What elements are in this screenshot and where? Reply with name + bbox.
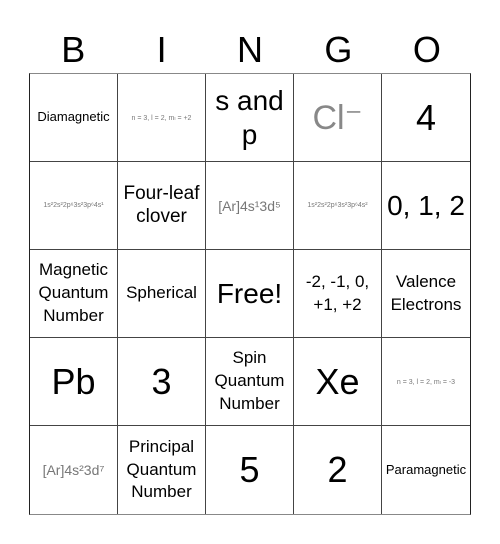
bingo-cell-text: n = 3, l = 2, mₗ = -3 (396, 378, 456, 386)
bingo-cell[interactable]: 0, 1, 2 (382, 162, 470, 250)
bingo-cell-text: Magnetic Quantum Number (38, 260, 109, 325)
bingo-cell[interactable]: Xe (294, 338, 382, 426)
header-letter-g: G (324, 29, 353, 70)
bingo-card-grid: Diamagnetic n = 3, l = 2, mₗ = +2 s and p C… (29, 73, 471, 515)
bingo-cell-text: 5 (239, 449, 260, 491)
bingo-cell[interactable]: s and p (206, 74, 294, 162)
bingo-cell[interactable]: Magnetic Quantum Number (30, 250, 118, 338)
bingo-cell-text: Principal Quantum Number (126, 436, 197, 502)
bingo-cell[interactable]: n = 3, l = 2, mₗ = +2 (118, 74, 206, 162)
bingo-cell-text: Xe (315, 360, 360, 402)
bingo-cell[interactable]: Pb (30, 338, 118, 426)
bingo-cell[interactable]: 1s²2s²2p⁶3s²3p⁶4s² (294, 162, 382, 250)
bingo-cell-text: [Ar]4s¹3d⁵ (218, 197, 281, 214)
bingo-cell-text: Diamagnetic (37, 109, 110, 125)
bingo-cell-text: Cl⁻ (312, 98, 363, 137)
bingo-cell-text: s and p (215, 84, 284, 150)
bingo-cell-text: Free! (216, 277, 283, 309)
bingo-cell[interactable]: Paramagnetic (382, 426, 470, 514)
bingo-cell[interactable]: 3 (118, 338, 206, 426)
bingo-cell-text: Spin Quantum Number (214, 348, 285, 413)
bingo-cell-text: n = 3, l = 2, mₗ = +2 (131, 114, 192, 122)
bingo-cell-text: 3 (151, 360, 172, 402)
bingo-cell-text: [Ar]4s²3d⁷ (42, 462, 105, 478)
bingo-cell-text: -2, -1, 0, +1, +2 (305, 271, 370, 314)
bingo-cell[interactable]: 2 (294, 426, 382, 514)
bingo-cell[interactable]: [Ar]4s²3d⁷ (30, 426, 118, 514)
bingo-cell[interactable]: n = 3, l = 2, mₗ = -3 (382, 338, 470, 426)
header-letter-o: O (412, 29, 441, 70)
bingo-cell-text: 4 (415, 96, 437, 138)
bingo-cell[interactable]: Four-leaf clover (118, 162, 206, 250)
bingo-cell-text: 0, 1, 2 (387, 189, 465, 221)
bingo-cell-text: 1s²2s²2p⁶3s²3p⁶4s¹ (43, 202, 104, 209)
bingo-cell-text: Pb (51, 360, 96, 402)
bingo-cell[interactable]: 4 (382, 74, 470, 162)
bingo-cell[interactable]: Diamagnetic (30, 74, 118, 162)
bingo-cell[interactable]: Spherical (118, 250, 206, 338)
bingo-cell[interactable]: Spin Quantum Number (206, 338, 294, 426)
bingo-header: B I N G O (29, 28, 471, 72)
bingo-cell[interactable]: Valence Electrons (382, 250, 470, 338)
header-letter-b: B (61, 29, 86, 70)
bingo-cell[interactable]: -2, -1, 0, +1, +2 (294, 250, 382, 338)
bingo-cell-text: Paramagnetic (385, 461, 467, 477)
bingo-cell[interactable]: 5 (206, 426, 294, 514)
bingo-cell[interactable]: [Ar]4s¹3d⁵ (206, 162, 294, 250)
header-letter-n: N (237, 29, 264, 70)
bingo-cell[interactable]: Principal Quantum Number (118, 426, 206, 514)
bingo-cell-text: 1s²2s²2p⁶3s²3p⁶4s² (307, 202, 368, 209)
header-letter-i: I (156, 29, 167, 70)
bingo-cell-text: Spherical (126, 283, 197, 303)
bingo-cell-text: Valence Electrons (390, 271, 462, 314)
bingo-cell-text: Four-leaf clover (123, 182, 200, 227)
bingo-cell-text: 2 (327, 449, 348, 491)
bingo-cell[interactable]: 1s²2s²2p⁶3s²3p⁶4s¹ (30, 162, 118, 250)
free-space-cell[interactable]: Free! (206, 250, 294, 338)
bingo-cell[interactable]: Cl⁻ (294, 74, 382, 162)
